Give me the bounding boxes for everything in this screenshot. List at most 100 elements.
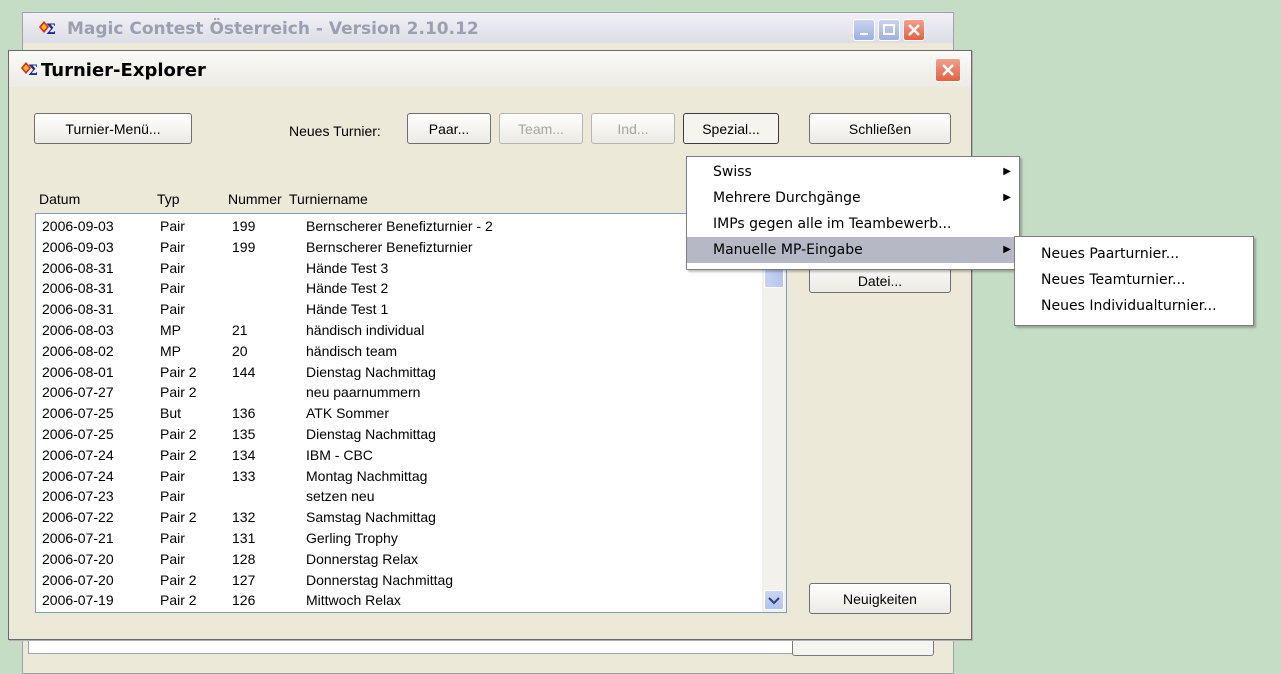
table-row[interactable]: 2006-07-21 Pair 131 Gerling Trophy bbox=[36, 528, 762, 549]
row-type: Pair bbox=[160, 238, 185, 255]
table-row[interactable]: 2006-07-25 But 136 ATK Sommer bbox=[36, 403, 762, 424]
spezial-menu: Swiss ▶ Mehrere Durchgänge ▶ IMPs gegen al… bbox=[686, 156, 1020, 270]
row-name: Dienstag Nachmittag bbox=[306, 425, 436, 442]
table-row[interactable]: 2006-09-03 Pair 199 Bernscherer Benefizturn… bbox=[36, 237, 762, 258]
new-team-button[interactable]: Team... bbox=[499, 113, 583, 144]
row-type: Pair 2 bbox=[160, 363, 197, 380]
row-type: Pair 2 bbox=[160, 571, 197, 588]
row-name: Montag Nachmittag bbox=[306, 467, 428, 484]
row-type: Pair bbox=[160, 529, 185, 546]
row-type: Pair bbox=[160, 301, 185, 318]
menu-item-mehrere-durchgaenge[interactable]: Mehrere Durchgänge ▶ bbox=[687, 185, 1019, 211]
tournament-list[interactable]: 2006-09-03 Pair 199 Bernscherer Benefizturn… bbox=[35, 213, 787, 613]
chevron-down-icon bbox=[768, 597, 780, 605]
svg-text:Σ: Σ bbox=[28, 63, 38, 77]
row-number: 135 bbox=[232, 425, 256, 442]
table-row[interactable]: 2006-08-02 MP 20 händisch team bbox=[36, 341, 762, 362]
table-row[interactable]: 2006-08-01 Pair 2 144 Dienstag Nachmittag bbox=[36, 362, 762, 383]
row-type: Pair 2 bbox=[160, 592, 197, 609]
app-logo-icon: Σ bbox=[21, 62, 38, 77]
main-window-titlebar[interactable]: Σ Magic Contest Österreich - Version 2.1… bbox=[23, 13, 953, 43]
row-date: 2006-07-20 bbox=[42, 571, 114, 588]
row-number: 128 bbox=[232, 550, 256, 567]
minimize-icon bbox=[860, 33, 868, 35]
maximize-button[interactable] bbox=[878, 19, 900, 41]
table-row[interactable]: 2006-07-23 Pair setzen neu bbox=[36, 486, 762, 507]
column-header-turniername[interactable]: Turniername bbox=[289, 191, 368, 207]
row-name: händisch individual bbox=[306, 321, 425, 338]
row-name: Donnerstag Nachmittag bbox=[306, 571, 454, 588]
submenu-arrow-icon: ▶ bbox=[1003, 166, 1011, 177]
row-name: Hände Test 2 bbox=[306, 280, 389, 297]
app-logo-icon: Σ bbox=[39, 21, 56, 36]
new-pair-button[interactable]: Paar... bbox=[407, 113, 491, 144]
spezial-button[interactable]: Spezial... bbox=[683, 113, 779, 144]
table-row[interactable]: 2006-07-24 Pair 133 Montag Nachmittag bbox=[36, 466, 762, 487]
turnier-menu-button[interactable]: Turnier-Menü... bbox=[34, 113, 192, 144]
table-row[interactable]: 2006-08-31 Pair Hände Test 3 bbox=[36, 258, 762, 279]
row-name: Hände Test 1 bbox=[306, 301, 389, 318]
column-header-typ[interactable]: Typ bbox=[157, 191, 180, 207]
row-name: ATK Sommer bbox=[306, 405, 389, 422]
row-name: Mittwoch Relax bbox=[306, 592, 401, 609]
row-date: 2006-07-24 bbox=[42, 446, 114, 463]
row-number: 136 bbox=[232, 405, 256, 422]
row-type: Pair bbox=[160, 218, 185, 234]
turnier-explorer-dialog: Σ Turnier-Explorer Turnier-Menü... Neues… bbox=[8, 50, 972, 640]
row-name: Donnerstag Relax bbox=[306, 550, 419, 567]
row-date: 2006-08-02 bbox=[42, 342, 114, 359]
submenu-item-new-team-tournament[interactable]: Neues Teamturnier... bbox=[1015, 267, 1253, 293]
row-date: 2006-07-21 bbox=[42, 529, 114, 546]
row-date: 2006-07-27 bbox=[42, 384, 114, 401]
row-name: Bernscherer Benefizturnier - 2 bbox=[306, 218, 493, 234]
column-header-datum[interactable]: Datum bbox=[39, 191, 80, 207]
row-type: Pair bbox=[160, 280, 185, 297]
menu-item-manuelle-mp-eingabe[interactable]: Manuelle MP-Eingabe ▶ bbox=[687, 237, 1019, 263]
submenu-item-new-individual-tournament[interactable]: Neues Individualturnier... bbox=[1015, 293, 1253, 319]
row-name: Bernscherer Benefizturnier bbox=[306, 238, 473, 255]
row-number: 199 bbox=[232, 218, 256, 234]
table-row[interactable]: 2006-07-27 Pair 2 neu paarnummern bbox=[36, 382, 762, 403]
row-date: 2006-07-19 bbox=[42, 592, 114, 609]
row-type: Pair bbox=[160, 550, 185, 567]
close-icon bbox=[908, 24, 920, 36]
table-row[interactable]: 2006-07-22 Pair 2 132 Samstag Nachmittag bbox=[36, 507, 762, 528]
table-row[interactable]: 2006-08-03 MP 21 händisch individual bbox=[36, 320, 762, 341]
minimize-button[interactable] bbox=[853, 19, 875, 41]
submenu-arrow-icon: ▶ bbox=[1003, 244, 1011, 255]
table-row[interactable]: 2006-07-19 Pair 2 126 Mittwoch Relax bbox=[36, 590, 762, 611]
menu-item-swiss[interactable]: Swiss ▶ bbox=[687, 159, 1019, 185]
tournament-rows: 2006-09-03 Pair 199 Bernscherer Benefizturn… bbox=[36, 216, 762, 611]
row-name: Samstag Nachmittag bbox=[306, 509, 436, 526]
row-number: 144 bbox=[232, 363, 256, 380]
table-row[interactable]: 2006-07-24 Pair 2 134 IBM - CBC bbox=[36, 445, 762, 466]
row-name: händisch team bbox=[306, 342, 398, 359]
table-row[interactable]: 2006-08-31 Pair Hände Test 2 bbox=[36, 278, 762, 299]
main-close-button[interactable] bbox=[903, 19, 925, 41]
row-number: 199 bbox=[232, 238, 256, 255]
table-row[interactable]: 2006-09-03 Pair 199 Bernscherer Benefizturn… bbox=[36, 216, 762, 237]
dialog-titlebar[interactable]: Σ Turnier-Explorer bbox=[9, 51, 971, 87]
column-header-nummer[interactable]: Nummer bbox=[228, 191, 282, 207]
row-type: Pair 2 bbox=[160, 425, 197, 442]
row-date: 2006-07-22 bbox=[42, 509, 114, 526]
vertical-scrollbar[interactable] bbox=[762, 214, 786, 612]
table-row[interactable]: 2006-08-31 Pair Hände Test 1 bbox=[36, 299, 762, 320]
row-number: 131 bbox=[232, 529, 256, 546]
menu-item-imps-gegen-alle[interactable]: IMPs gegen alle im Teambewerb... bbox=[687, 211, 1019, 237]
row-name: IBM - CBC bbox=[306, 446, 373, 463]
close-dialog-button[interactable]: Schließen bbox=[809, 113, 951, 144]
row-name: neu paarnummern bbox=[306, 384, 421, 401]
row-name: setzen neu bbox=[306, 488, 375, 505]
dialog-close-button[interactable] bbox=[935, 58, 961, 82]
table-row[interactable]: 2006-07-25 Pair 2 135 Dienstag Nachmittag bbox=[36, 424, 762, 445]
table-row[interactable]: 2006-07-20 Pair 2 127 Donnerstag Nachmittag bbox=[36, 570, 762, 591]
close-icon bbox=[942, 64, 954, 76]
table-row[interactable]: 2006-07-20 Pair 128 Donnerstag Relax bbox=[36, 549, 762, 570]
main-window-title: Magic Contest Österreich - Version 2.10.… bbox=[67, 19, 479, 39]
new-individual-button[interactable]: Ind... bbox=[591, 113, 675, 144]
row-type: MP bbox=[160, 342, 181, 359]
news-button[interactable]: Neuigkeiten bbox=[809, 583, 951, 614]
scroll-down-button[interactable] bbox=[764, 590, 784, 610]
submenu-item-new-pair-tournament[interactable]: Neues Paarturnier... bbox=[1015, 241, 1253, 267]
